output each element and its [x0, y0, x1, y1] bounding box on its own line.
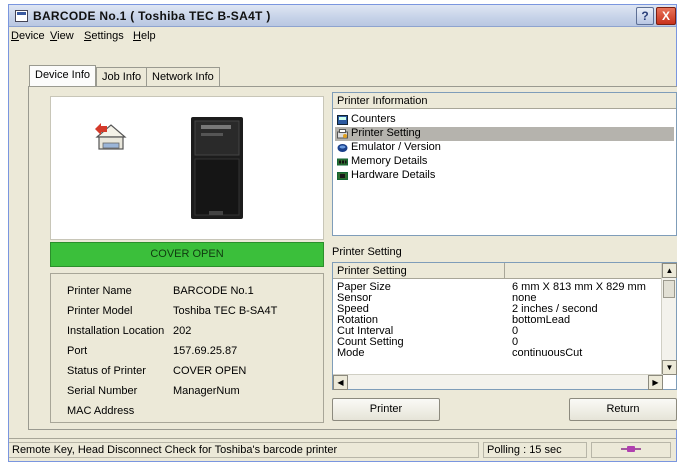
tree-item-label: Hardware Details: [351, 169, 436, 181]
scroll-thumb[interactable]: [663, 280, 675, 298]
printer-setting-icon: [337, 129, 348, 139]
counter-icon: [337, 115, 348, 125]
info-label: Port: [67, 345, 88, 357]
printer-info-tree: Printer Information Counters Printer Set…: [332, 92, 677, 236]
settings-table: Printer Setting Paper Size 6 mm X 813 mm…: [332, 262, 677, 390]
info-label: Printer Model: [67, 305, 133, 317]
device-info-panel: COVER OPEN Printer Name BARCODE No.1 Pri…: [28, 86, 677, 430]
setting-value: bottomLead: [512, 314, 571, 326]
cover-open-icon: [95, 123, 127, 150]
scroll-up-icon[interactable]: ▲: [662, 263, 677, 278]
menu-bar: Device View Settings Help: [9, 27, 676, 45]
info-label: Status of Printer: [67, 365, 146, 377]
emulator-icon: [337, 144, 348, 152]
scroll-right-icon[interactable]: ▶: [648, 375, 663, 390]
main-window: BARCODE No.1 ( Toshiba TEC B-SA4T ) ? X …: [8, 4, 677, 462]
menu-device[interactable]: Device: [11, 30, 45, 42]
table-row: Sensor none: [337, 293, 663, 304]
tree-item-label: Printer Setting: [351, 127, 421, 139]
info-label: Printer Name: [67, 285, 132, 297]
printer-icon: [191, 117, 243, 219]
tree-header: Printer Information: [333, 93, 676, 109]
tree-item-label: Emulator / Version: [351, 141, 441, 153]
column-header[interactable]: Printer Setting: [333, 263, 505, 279]
printer-button[interactable]: Printer: [332, 398, 440, 421]
tab-network-info[interactable]: Network Info: [146, 67, 220, 86]
menu-view[interactable]: View: [50, 30, 74, 42]
table-header: Printer Setting: [333, 263, 663, 279]
tree-item-counters[interactable]: Counters: [335, 113, 674, 127]
printer-image-area: [50, 96, 324, 240]
connection-icon: [621, 446, 641, 452]
help-button[interactable]: ?: [636, 7, 654, 25]
device-status-banner: COVER OPEN: [50, 242, 324, 267]
tab-device-info[interactable]: Device Info: [29, 65, 97, 86]
status-message: Remote Key, Head Disconnect Check for To…: [9, 442, 479, 458]
info-value: 202: [173, 325, 192, 337]
table-row: Count Setting 0: [337, 337, 663, 348]
info-value: Toshiba TEC B-SA4T: [173, 305, 278, 317]
return-button[interactable]: Return: [569, 398, 677, 421]
table-row: Mode continuousCut: [337, 348, 663, 359]
info-value: BARCODE No.1: [173, 285, 254, 297]
title-bar: BARCODE No.1 ( Toshiba TEC B-SA4T ) ? X: [9, 5, 676, 27]
tree-item-hardware-details[interactable]: Hardware Details: [335, 169, 674, 183]
tree-item-label: Memory Details: [351, 155, 428, 167]
tree-item-printer-setting[interactable]: Printer Setting: [335, 127, 674, 141]
info-value: 157.69.25.87: [173, 345, 238, 357]
tab-job-info[interactable]: Job Info: [96, 67, 148, 86]
info-label: Serial Number: [67, 385, 138, 397]
menu-settings[interactable]: Settings: [84, 30, 124, 42]
info-value: COVER OPEN: [173, 365, 247, 377]
tree-item-emulator-version[interactable]: Emulator / Version: [335, 141, 674, 155]
polling-status: Polling : 15 sec: [483, 442, 587, 458]
info-label: Installation Location: [67, 325, 165, 337]
tree-item-memory-details[interactable]: Memory Details: [335, 155, 674, 169]
close-button[interactable]: X: [656, 7, 676, 25]
memory-icon: [337, 158, 348, 166]
settings-section-label: Printer Setting: [332, 246, 402, 258]
printer-info-box: Printer Name BARCODE No.1 Printer Model …: [50, 273, 324, 423]
table-row: Speed 2 inches / second: [337, 304, 663, 315]
window-title: BARCODE No.1 ( Toshiba TEC B-SA4T ): [33, 9, 271, 23]
info-value: ManagerNum: [173, 385, 240, 397]
column-header[interactable]: [505, 263, 663, 279]
scroll-left-icon[interactable]: ◀: [333, 375, 348, 390]
connection-indicator: [591, 442, 671, 458]
menu-help[interactable]: Help: [133, 30, 156, 42]
info-label: MAC Address: [67, 405, 135, 417]
app-icon: [15, 10, 28, 22]
scroll-down-icon[interactable]: ▼: [662, 360, 677, 375]
setting-key: Mode: [337, 347, 365, 359]
vertical-scrollbar[interactable]: ▲ ▼: [661, 263, 677, 375]
status-bar: Remote Key, Head Disconnect Check for To…: [9, 438, 676, 460]
hardware-icon: [337, 172, 348, 180]
setting-value: continuousCut: [512, 347, 583, 359]
table-row: Paper Size 6 mm X 813 mm X 829 mm: [337, 282, 663, 293]
horizontal-scrollbar[interactable]: ◀ ▶: [333, 374, 663, 390]
tree-item-label: Counters: [351, 113, 396, 125]
